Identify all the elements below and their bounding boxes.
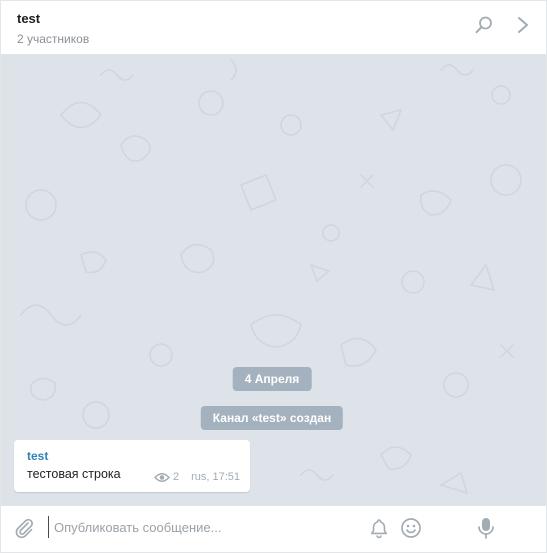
profile-panel-button[interactable] [510,14,536,40]
chevron-right-icon [516,15,530,40]
message-bubble[interactable]: test тестовая строка 2 rus, 17:51 [14,440,250,492]
search-button[interactable] [471,14,497,40]
microphone-icon[interactable] [476,516,496,545]
member-count[interactable]: 2 участников [17,32,89,46]
chat-background-pattern [20,59,522,495]
telegram-window: test 2 участников 4 Апреля Канал «test» … [0,0,547,553]
date-separator: 4 Апреля [232,367,312,391]
message-author[interactable]: test [27,449,48,463]
message-text: тестовая строка [27,467,121,481]
message-signature-time: rus, 17:51 [191,471,240,483]
message-composer [1,505,546,548]
bell-icon[interactable] [368,517,390,544]
message-meta: 2 rus, 17:51 [153,471,240,483]
message-history[interactable]: 4 Апреля Канал «test» создан test тестов… [1,55,546,505]
view-count: 2 [172,471,180,483]
smiley-icon[interactable] [400,517,422,544]
chat-title[interactable]: test [17,11,40,26]
eye-icon [153,472,170,483]
service-message: Канал «test» создан [200,406,344,430]
compose-message-input[interactable] [48,516,348,538]
chat-header[interactable]: test 2 участников [1,1,546,55]
search-icon [474,15,494,40]
paperclip-icon[interactable] [13,517,35,544]
